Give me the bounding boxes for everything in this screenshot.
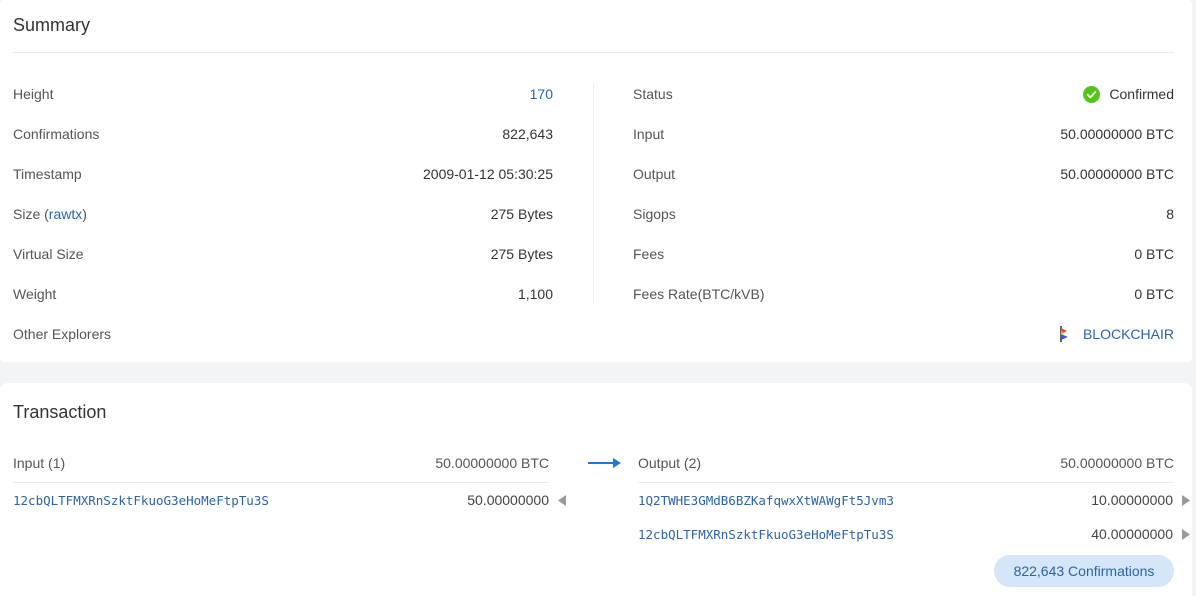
sigops-value: 8: [1166, 206, 1174, 222]
summary-card: Summary Height 170 Confirmations 822,643…: [0, 0, 1192, 362]
weight-label: Weight: [13, 286, 57, 302]
fees-rate-label: Fees Rate(BTC/kVB): [633, 286, 765, 302]
row-input: Input 50.00000000 BTC: [633, 124, 1174, 144]
confirmations-label: Confirmations: [13, 126, 100, 142]
transaction-card: Transaction Input (1) 50.00000000 BTC Ou…: [0, 383, 1192, 596]
input-label: Input: [633, 126, 665, 142]
timestamp-value: 2009-01-12 05:30:25: [423, 166, 553, 182]
confirmations-value: 822,643: [502, 126, 553, 142]
row-confirmations: Confirmations 822,643: [13, 124, 553, 144]
row-fees-rate: Fees Rate(BTC/kVB) 0 BTC: [633, 284, 1174, 304]
inputs-header: Input (1) 50.00000000 BTC: [13, 453, 549, 473]
row-timestamp: Timestamp 2009-01-12 05:30:25: [13, 164, 553, 184]
outputs-divider: [638, 482, 1174, 483]
confirmations-badge[interactable]: 822,643 Confirmations: [994, 555, 1174, 587]
inputs-count-label: Input (1): [13, 455, 66, 471]
other-explorers-label: Other Explorers: [13, 326, 112, 342]
row-height: Height 170: [13, 84, 553, 104]
input-amount: 50.00000000: [467, 492, 549, 508]
sigops-label: Sigops: [633, 206, 676, 222]
fees-rate-value: 0 BTC: [1134, 286, 1174, 302]
row-status: Status Confirmed: [633, 84, 1174, 104]
row-sigops: Sigops 8: [633, 204, 1174, 224]
blockchair-logo-icon: [1060, 326, 1068, 342]
output-row: 12cbQLTFMXRnSzktFkuoG3eHoMeFtpTu3S 40.00…: [638, 524, 1190, 544]
status-value: Confirmed: [1083, 85, 1174, 103]
row-size: Size (rawtx) 275 Bytes: [13, 204, 553, 224]
output-row: 1Q2TWHE3GMdB6BZKafqwxXtWAWgFt5Jvm3 10.00…: [638, 490, 1190, 510]
inputs-divider: [13, 482, 549, 483]
row-weight: Weight 1,100: [13, 284, 553, 304]
virtual-size-label: Virtual Size: [13, 246, 84, 262]
inputs-total: 50.00000000 BTC: [435, 455, 549, 471]
row-output: Output 50.00000000 BTC: [633, 164, 1174, 184]
output-amount: 10.00000000: [1091, 492, 1173, 508]
fees-label: Fees: [633, 246, 665, 262]
outputs-total: 50.00000000 BTC: [1060, 455, 1174, 471]
output-address-link[interactable]: 12cbQLTFMXRnSzktFkuoG3eHoMeFtpTu3S: [638, 527, 1091, 542]
timestamp-label: Timestamp: [13, 166, 82, 182]
transaction-title: Transaction: [13, 402, 107, 422]
output-amount: 40.00000000: [1091, 526, 1173, 542]
blockchair-link[interactable]: BLOCKCHAIR: [1057, 325, 1174, 343]
row-fees: Fees 0 BTC: [633, 244, 1174, 264]
outputs-header: Output (2) 50.00000000 BTC: [638, 453, 1174, 473]
weight-value: 1,100: [517, 286, 553, 302]
triangle-left-icon[interactable]: [558, 494, 566, 506]
fees-value: 0 BTC: [1134, 246, 1174, 262]
row-virtual-size: Virtual Size 275 Bytes: [13, 244, 553, 264]
status-label: Status: [633, 86, 673, 102]
arrow-right-icon: [588, 458, 621, 468]
virtual-size-value: 275 Bytes: [490, 246, 553, 262]
output-label: Output: [633, 166, 676, 182]
input-row: 12cbQLTFMXRnSzktFkuoG3eHoMeFtpTu3S 50.00…: [13, 490, 566, 510]
input-address-link[interactable]: 12cbQLTFMXRnSzktFkuoG3eHoMeFtpTu3S: [13, 493, 467, 508]
size-label: Size (rawtx): [13, 206, 87, 222]
blockchair-text[interactable]: BLOCKCHAIR: [1083, 326, 1174, 342]
triangle-right-icon[interactable]: [1182, 494, 1190, 506]
triangle-right-icon[interactable]: [1182, 528, 1190, 540]
outputs-count-label: Output (2): [638, 455, 702, 471]
input-value: 50.00000000 BTC: [1060, 126, 1174, 142]
check-circle-icon: [1083, 85, 1101, 103]
rawtx-link[interactable]: rawtx: [49, 206, 82, 222]
height-link[interactable]: 170: [530, 86, 553, 102]
size-label-prefix: Size (: [13, 206, 49, 222]
height-label: Height: [13, 86, 54, 102]
column-divider: [593, 84, 594, 304]
summary-title: Summary: [13, 15, 91, 35]
summary-divider: [13, 52, 1174, 53]
status-text: Confirmed: [1109, 86, 1174, 102]
output-address-link[interactable]: 1Q2TWHE3GMdB6BZKafqwxXtWAWgFt5Jvm3: [638, 493, 1091, 508]
size-value: 275 Bytes: [490, 206, 553, 222]
row-other-explorers: Other Explorers BLOCKCHAIR: [13, 324, 1174, 344]
size-label-suffix: ): [82, 206, 87, 222]
output-value: 50.00000000 BTC: [1060, 166, 1174, 182]
